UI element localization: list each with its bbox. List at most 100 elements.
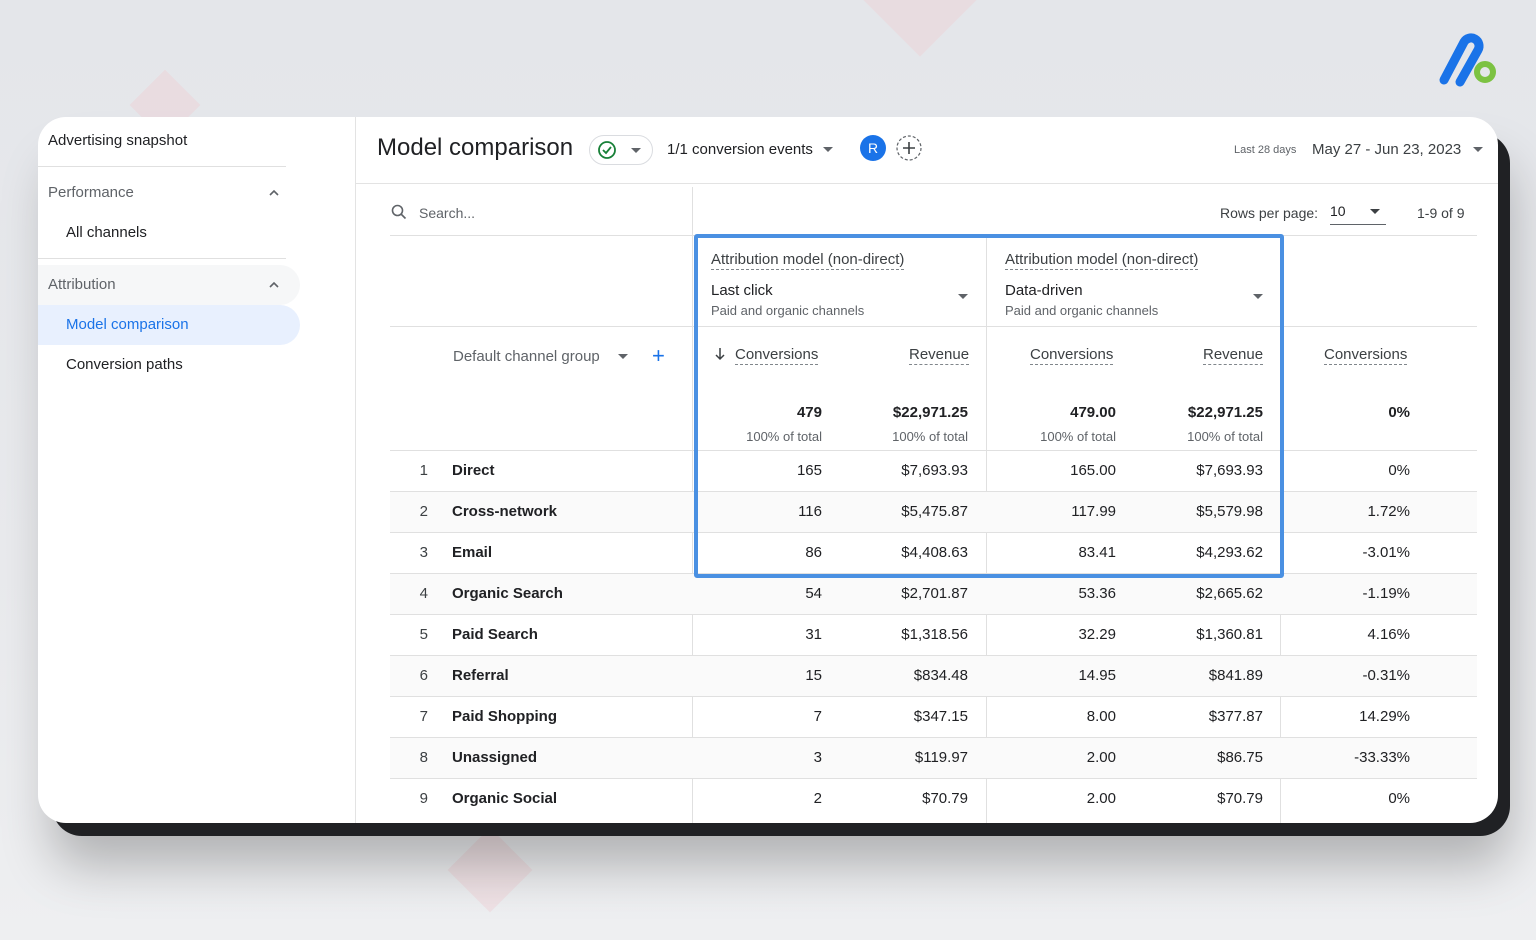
row-conversions-2: 14.95 bbox=[1078, 667, 1116, 684]
row-channel-name: Direct bbox=[452, 462, 495, 479]
caret-down-icon bbox=[617, 354, 628, 359]
date-range-label: May 27 - Jun 23, 2023 bbox=[1312, 141, 1462, 158]
sidebar-divider bbox=[38, 166, 286, 167]
sidebar: Advertising snapshot Performance All cha… bbox=[38, 117, 356, 823]
table-row[interactable]: 6 Referral 15 $834.48 14.95 $841.89 -0.3… bbox=[390, 655, 1477, 696]
row-channel-name: Cross-network bbox=[452, 503, 558, 520]
caret-down-icon bbox=[1473, 147, 1484, 152]
sidebar-item-all-channels[interactable]: All channels bbox=[66, 224, 147, 241]
analytics-window: Advertising snapshot Performance All cha… bbox=[38, 117, 1498, 823]
row-revenue-2: $86.75 bbox=[1217, 749, 1263, 766]
row-conversions-2: 32.29 bbox=[1078, 626, 1116, 643]
row-revenue-1: $834.48 bbox=[913, 667, 968, 684]
caret-down-icon bbox=[1370, 209, 1380, 214]
row-conversions-change: 14.29% bbox=[1359, 708, 1410, 725]
add-dimension-icon[interactable]: + bbox=[652, 345, 665, 367]
row-index: 6 bbox=[419, 667, 428, 684]
row-conversions-change: -3.01% bbox=[1362, 544, 1410, 561]
row-conversions-1: 7 bbox=[813, 708, 822, 725]
avatar[interactable]: R bbox=[860, 135, 886, 161]
row-conversions-1: 31 bbox=[805, 626, 822, 643]
row-revenue-2: $70.79 bbox=[1217, 790, 1263, 807]
row-conversions-1: 15 bbox=[805, 667, 822, 684]
row-channel-name: Email bbox=[452, 544, 493, 561]
table-row[interactable]: 7 Paid Shopping 7 $347.15 8.00 $377.87 1… bbox=[390, 696, 1477, 737]
background-diamond bbox=[863, 0, 977, 57]
table-row[interactable]: 5 Paid Search 31 $1,318.56 32.29 $1,360.… bbox=[390, 614, 1477, 655]
date-range-picker[interactable]: May 27 - Jun 23, 2023 bbox=[1312, 141, 1484, 158]
dimension-selector[interactable]: Default channel group bbox=[453, 348, 628, 365]
status-dropdown[interactable] bbox=[589, 135, 653, 165]
row-channel-name: Organic Social bbox=[452, 790, 558, 807]
conversion-events-label: 1/1 conversion events bbox=[667, 141, 813, 158]
row-channel-name: Paid Search bbox=[452, 626, 538, 643]
row-conversions-1: 2 bbox=[813, 790, 822, 807]
row-index: 8 bbox=[419, 749, 428, 766]
chevron-up-icon[interactable] bbox=[268, 187, 280, 199]
chevron-up-icon[interactable] bbox=[268, 279, 280, 291]
sidebar-title[interactable]: Advertising snapshot bbox=[48, 132, 187, 149]
row-index: 2 bbox=[419, 503, 428, 520]
row-revenue-1: $70.79 bbox=[922, 790, 968, 807]
row-channel-name: Referral bbox=[452, 667, 509, 684]
row-conversions-2: 53.36 bbox=[1078, 585, 1116, 602]
rows-per-page-label: Rows per page: bbox=[1220, 205, 1319, 221]
row-conversions-change: 4.16% bbox=[1367, 626, 1410, 643]
date-range-preset: Last 28 days bbox=[1234, 144, 1297, 156]
row-revenue-1: $347.15 bbox=[913, 708, 968, 725]
row-conversions-2: 8.00 bbox=[1086, 708, 1116, 725]
row-channel-name: Organic Search bbox=[452, 585, 563, 602]
row-index: 4 bbox=[419, 585, 428, 602]
row-revenue-2: $2,665.62 bbox=[1196, 585, 1263, 602]
page-title: Model comparison bbox=[377, 134, 574, 161]
row-conversions-2: 2.00 bbox=[1086, 749, 1116, 766]
row-index: 7 bbox=[419, 708, 428, 725]
rows-per-page-value: 10 bbox=[1330, 203, 1346, 219]
caret-down-icon bbox=[823, 147, 834, 152]
table-row[interactable]: 4 Organic Search 54 $2,701.87 53.36 $2,6… bbox=[390, 573, 1477, 614]
check-circle-icon bbox=[598, 141, 616, 159]
row-revenue-1: $1,318.56 bbox=[901, 626, 968, 643]
sidebar-item-conversion-paths[interactable]: Conversion paths bbox=[66, 356, 183, 373]
row-channel-name: Unassigned bbox=[452, 749, 538, 766]
sidebar-item-model-comparison[interactable]: Model comparison bbox=[66, 316, 189, 333]
search-input[interactable]: Search... bbox=[419, 205, 475, 221]
row-conversions-change: -1.19% bbox=[1362, 585, 1410, 602]
row-revenue-2: $1,360.81 bbox=[1196, 626, 1263, 643]
background-diamond bbox=[447, 827, 533, 913]
row-revenue-2: $841.89 bbox=[1208, 667, 1263, 684]
add-comparison-icon[interactable] bbox=[895, 134, 923, 162]
row-conversions-change: 1.72% bbox=[1367, 503, 1410, 520]
table-row[interactable]: 9 Organic Social 2 $70.79 2.00 $70.79 0% bbox=[390, 778, 1477, 819]
caret-down-icon bbox=[631, 148, 641, 153]
brand-logo-icon bbox=[1439, 33, 1496, 87]
row-revenue-2: $377.87 bbox=[1208, 708, 1263, 725]
rows-per-page-select[interactable]: 10 bbox=[1330, 201, 1386, 225]
row-conversions-1: 3 bbox=[813, 749, 822, 766]
row-conversions-change: -33.33% bbox=[1354, 749, 1410, 766]
search-icon bbox=[391, 204, 407, 220]
header-divider bbox=[356, 183, 1498, 184]
sidebar-group-performance[interactable]: Performance bbox=[48, 184, 134, 201]
table-row[interactable]: 8 Unassigned 3 $119.97 2.00 $86.75 -33.3… bbox=[390, 737, 1477, 778]
row-revenue-1: $119.97 bbox=[914, 749, 968, 766]
row-conversions-change: -0.31% bbox=[1362, 667, 1410, 684]
total-conversions-change: 0% bbox=[1388, 404, 1410, 421]
row-conversions-change: 0% bbox=[1388, 790, 1410, 807]
row-conversions-change: 0% bbox=[1388, 462, 1410, 479]
row-conversions-1: 54 bbox=[805, 585, 822, 602]
dimension-label: Default channel group bbox=[453, 348, 600, 365]
row-index: 1 bbox=[419, 462, 428, 479]
row-index: 3 bbox=[419, 544, 428, 561]
conversion-events-dropdown[interactable]: 1/1 conversion events bbox=[667, 141, 834, 158]
highlight-box bbox=[694, 234, 1284, 578]
sidebar-divider bbox=[38, 258, 286, 259]
col-header-conversions-change[interactable]: Conversions bbox=[1324, 346, 1408, 365]
row-index: 9 bbox=[419, 790, 428, 807]
sidebar-group-attribution[interactable]: Attribution bbox=[48, 276, 116, 293]
row-channel-name: Paid Shopping bbox=[452, 708, 557, 725]
pagination-label: 1-9 of 9 bbox=[1417, 205, 1465, 221]
row-revenue-1: $2,701.87 bbox=[901, 585, 968, 602]
row-conversions-2: 2.00 bbox=[1086, 790, 1116, 807]
row-index: 5 bbox=[419, 626, 428, 643]
